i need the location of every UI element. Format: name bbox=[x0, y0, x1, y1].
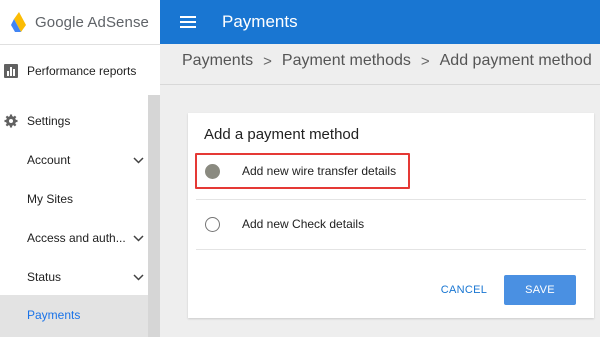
add-payment-method-card: Add a payment method Add new wire transf… bbox=[188, 113, 594, 318]
gear-icon bbox=[4, 114, 18, 128]
sidebar-item-my-sites[interactable]: My Sites bbox=[27, 190, 148, 208]
sidebar-item-label: Access and auth... bbox=[27, 231, 126, 245]
sidebar-item-settings[interactable]: Settings bbox=[0, 112, 148, 130]
hamburger-menu-icon[interactable] bbox=[180, 16, 196, 28]
sidebar-item-label: Performance reports bbox=[27, 64, 137, 78]
page-title: Payments bbox=[222, 12, 298, 31]
option-divider bbox=[196, 249, 586, 250]
option-label: Add new Check details bbox=[242, 217, 365, 231]
option-check[interactable]: Add new Check details bbox=[196, 204, 586, 244]
highlight-box bbox=[195, 153, 410, 189]
sidebar-item-account[interactable]: Account bbox=[27, 151, 148, 169]
card-title: Add a payment method bbox=[204, 126, 360, 143]
breadcrumb-item-payment-methods[interactable]: Payment methods bbox=[282, 52, 411, 70]
breadcrumb: Payments > Payment methods > Add payment… bbox=[182, 52, 592, 70]
chevron-right-icon: > bbox=[263, 52, 272, 70]
sidebar-item-label: My Sites bbox=[27, 192, 74, 206]
bar-chart-icon bbox=[4, 64, 18, 78]
chevron-down-icon bbox=[133, 156, 144, 164]
adsense-logo[interactable]: Google AdSense bbox=[0, 0, 160, 44]
sidebar-divider bbox=[0, 44, 160, 45]
breadcrumb-item-add-payment-method: Add payment method bbox=[439, 52, 592, 69]
sidebar-item-performance-reports[interactable]: Performance reports bbox=[0, 62, 148, 80]
sidebar-item-label: Settings bbox=[27, 114, 71, 128]
adsense-logo-icon bbox=[11, 12, 26, 32]
sidebar-item-label: Account bbox=[27, 153, 71, 167]
chevron-down-icon bbox=[133, 273, 144, 281]
logo-text: Google AdSense bbox=[35, 13, 149, 31]
radio-button[interactable] bbox=[205, 216, 220, 232]
breadcrumb-divider bbox=[160, 84, 600, 85]
sidebar-item-label: Status bbox=[27, 270, 62, 284]
top-app-bar: Payments bbox=[160, 0, 600, 44]
cancel-button[interactable]: CANCEL bbox=[434, 277, 494, 303]
chevron-down-icon bbox=[133, 234, 144, 242]
option-divider bbox=[196, 199, 586, 200]
save-button[interactable]: SAVE bbox=[504, 275, 576, 305]
sidebar-scrollbar[interactable] bbox=[148, 95, 160, 337]
sidebar-item-label: Payments bbox=[27, 308, 81, 322]
breadcrumb-item-payments[interactable]: Payments bbox=[182, 52, 253, 70]
sidebar-item-status[interactable]: Status bbox=[27, 268, 148, 286]
sidebar-item-access-and-auth[interactable]: Access and auth... bbox=[27, 229, 148, 247]
chevron-right-icon: > bbox=[420, 52, 430, 70]
